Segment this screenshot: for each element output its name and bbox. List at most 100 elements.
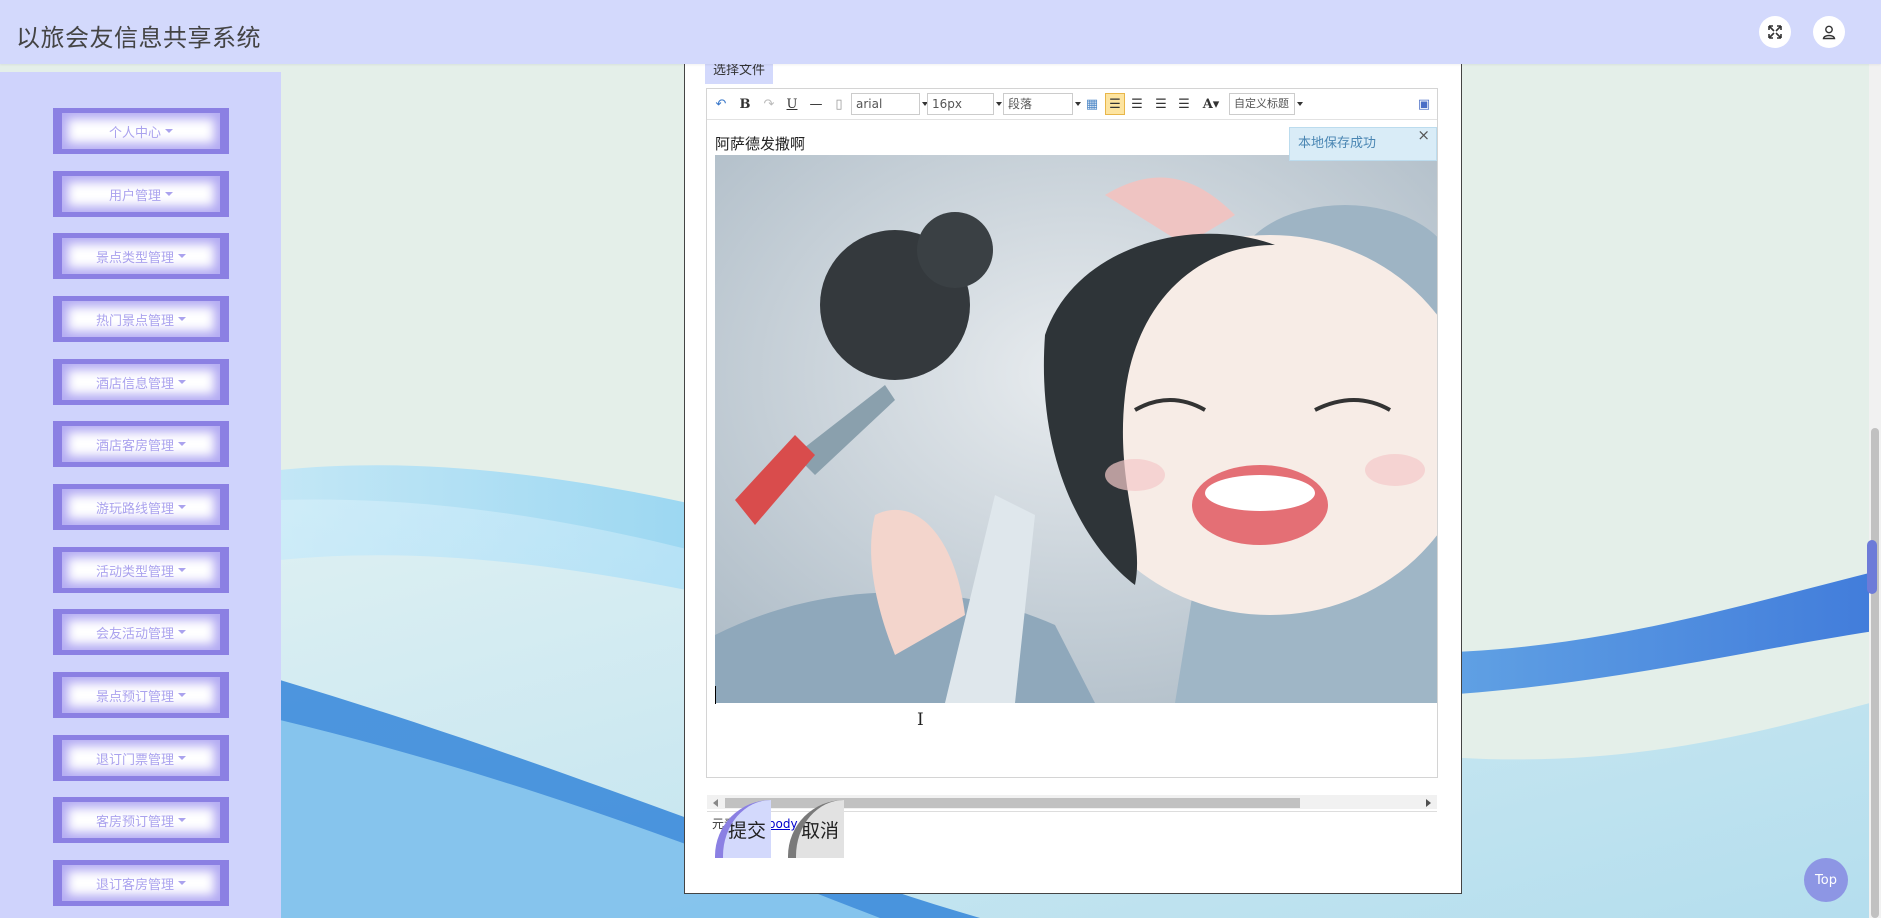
content-paragraph: 阿萨德发撒啊	[715, 135, 806, 153]
caret-down-icon	[165, 192, 173, 196]
editor-toolbar: ↶ B ↷ U — ▯ arial 16px 段落 ▦ ☰ ☰ ☰ ☰ A▾ 自…	[707, 89, 1437, 120]
caret-down-icon	[178, 881, 186, 885]
bold-button[interactable]: B	[737, 95, 753, 113]
sidebar-item-route-management[interactable]: 游玩路线管理	[53, 484, 229, 530]
sidebar: 个人中心 用户管理 景点类型管理 热门景点管理 酒店信息管理 酒店客房管理 游玩…	[0, 72, 281, 918]
scroll-thumb[interactable]	[725, 798, 1300, 808]
font-color-icon: A▾	[1202, 96, 1220, 112]
text-cursor-icon: I	[917, 710, 924, 730]
sidebar-item-label: 活动类型管理	[95, 564, 174, 580]
underline-icon: U	[786, 96, 798, 112]
page-break-button[interactable]: ▯	[831, 95, 847, 113]
paragraph-select[interactable]: 段落	[1003, 93, 1081, 115]
caret-down-icon	[178, 254, 186, 258]
redo-button[interactable]: ↷	[761, 95, 777, 113]
back-to-top-button[interactable]: Top	[1804, 858, 1848, 902]
editor-content[interactable]: 阿萨德发撒啊 本地保存成功 ×	[707, 119, 1437, 709]
custom-title-select[interactable]: 自定义标题	[1229, 93, 1303, 115]
sidebar-item-user-management[interactable]: 用户管理	[53, 171, 229, 217]
horizontal-rule-button[interactable]: —	[808, 95, 824, 113]
sidebar-item-scenic-booking-management[interactable]: 景点预订管理	[53, 672, 229, 718]
font-family-select[interactable]: arial	[851, 93, 928, 115]
caret-down-icon	[178, 756, 186, 760]
caret-down-icon	[165, 129, 173, 133]
sidebar-item-label: 退订门票管理	[95, 752, 174, 768]
caret-down-icon	[178, 568, 186, 572]
form-panel: 选择文件 ↶ B ↷ U — ▯ arial 16px 段落 ▦ ☰ ☰ ☰ ☰…	[684, 60, 1462, 894]
scroll-grab-handle[interactable]	[1867, 540, 1877, 594]
scroll-left-icon[interactable]	[713, 799, 718, 807]
page-scroll-thumb[interactable]	[1871, 428, 1879, 918]
user-icon	[1822, 25, 1836, 40]
sidebar-item-hotel-room-management[interactable]: 酒店客房管理	[53, 421, 229, 467]
align-right-button[interactable]: ☰	[1129, 95, 1145, 113]
sidebar-item-label: 个人中心	[108, 125, 161, 141]
bold-icon: B	[739, 96, 751, 112]
app-title: 以旅会友信息共享系统	[16, 24, 261, 52]
custom-title-value: 自定义标题	[1234, 97, 1289, 110]
caret-down-icon	[178, 693, 186, 697]
path-item-body[interactable]: body	[768, 817, 798, 831]
align-center-icon: ☰	[1155, 96, 1167, 112]
align-left-button[interactable]: ☰	[1105, 93, 1125, 115]
save-success-toast: 本地保存成功 ×	[1289, 126, 1437, 161]
sidebar-item-room-booking-management[interactable]: 客房预订管理	[53, 797, 229, 843]
sidebar-item-label: 游玩路线管理	[95, 501, 174, 517]
sidebar-item-ticket-refund-management[interactable]: 退订门票管理	[53, 735, 229, 781]
caret-down-icon	[178, 317, 186, 321]
dropdown-arrow-icon	[996, 102, 1002, 106]
caret-down-icon	[178, 505, 186, 509]
text-caret	[715, 686, 716, 704]
align-center-button[interactable]: ☰	[1153, 95, 1169, 113]
redo-icon: ↷	[763, 96, 775, 112]
sidebar-item-label: 退订客房管理	[95, 877, 174, 893]
dropdown-arrow-icon	[1297, 102, 1303, 106]
paragraph-value: 段落	[1008, 97, 1033, 111]
caret-down-icon	[178, 818, 186, 822]
undo-icon: ↶	[715, 96, 727, 112]
font-family-value: arial	[856, 97, 883, 111]
preview-button[interactable]: ▣	[1416, 95, 1432, 113]
align-left-icon: ☰	[1109, 96, 1121, 112]
dropdown-arrow-icon	[1075, 102, 1081, 106]
font-size-select[interactable]: 16px	[927, 93, 1002, 115]
sidebar-item-personal-center[interactable]: 个人中心	[53, 108, 229, 154]
sidebar-item-label: 用户管理	[108, 188, 161, 204]
anime-girl-illustration	[715, 155, 1437, 703]
close-icon[interactable]: ×	[1417, 119, 1430, 151]
sidebar-item-hotel-info-management[interactable]: 酒店信息管理	[53, 359, 229, 405]
user-button[interactable]	[1813, 16, 1845, 48]
sidebar-item-label: 酒店信息管理	[95, 376, 174, 392]
fullscreen-button[interactable]	[1759, 16, 1791, 48]
sidebar-item-scenic-type-management[interactable]: 景点类型管理	[53, 233, 229, 279]
sidebar-item-hot-scenic-management[interactable]: 热门景点管理	[53, 296, 229, 342]
expand-icon	[1768, 25, 1782, 39]
caret-down-icon	[178, 380, 186, 384]
align-justify-icon: ☰	[1178, 96, 1190, 112]
table-icon: ▦	[1085, 96, 1099, 112]
sidebar-item-label: 热门景点管理	[95, 313, 174, 329]
page-scrollbar[interactable]	[1867, 64, 1881, 918]
toast-message: 本地保存成功	[1298, 136, 1377, 151]
sidebar-item-activity-type-management[interactable]: 活动类型管理	[53, 547, 229, 593]
undo-button[interactable]: ↶	[713, 95, 729, 113]
sidebar-item-label: 酒店客房管理	[95, 438, 174, 454]
align-right-icon: ☰	[1131, 96, 1143, 112]
sidebar-item-label: 会友活动管理	[95, 626, 174, 642]
sidebar-item-label: 景点预订管理	[95, 689, 174, 705]
align-justify-button[interactable]: ☰	[1176, 95, 1192, 113]
scroll-right-icon[interactable]	[1426, 799, 1431, 807]
sidebar-item-friend-activity-management[interactable]: 会友活动管理	[53, 609, 229, 655]
top-bar: 以旅会友信息共享系统	[0, 0, 1881, 64]
monitor-icon: ▣	[1417, 96, 1431, 112]
caret-down-icon	[178, 630, 186, 634]
sidebar-item-room-refund-management[interactable]: 退订客房管理	[53, 860, 229, 906]
horizontal-rule-icon: —	[809, 96, 823, 112]
sidebar-item-label: 景点类型管理	[95, 250, 174, 266]
caret-down-icon	[178, 442, 186, 446]
insert-table-button[interactable]: ▦	[1084, 95, 1100, 113]
sidebar-item-label: 客房预订管理	[95, 814, 174, 830]
underline-button[interactable]: U	[784, 95, 800, 113]
rich-text-editor: ↶ B ↷ U — ▯ arial 16px 段落 ▦ ☰ ☰ ☰ ☰ A▾ 自…	[706, 88, 1438, 831]
font-color-button[interactable]: A▾	[1199, 95, 1223, 113]
